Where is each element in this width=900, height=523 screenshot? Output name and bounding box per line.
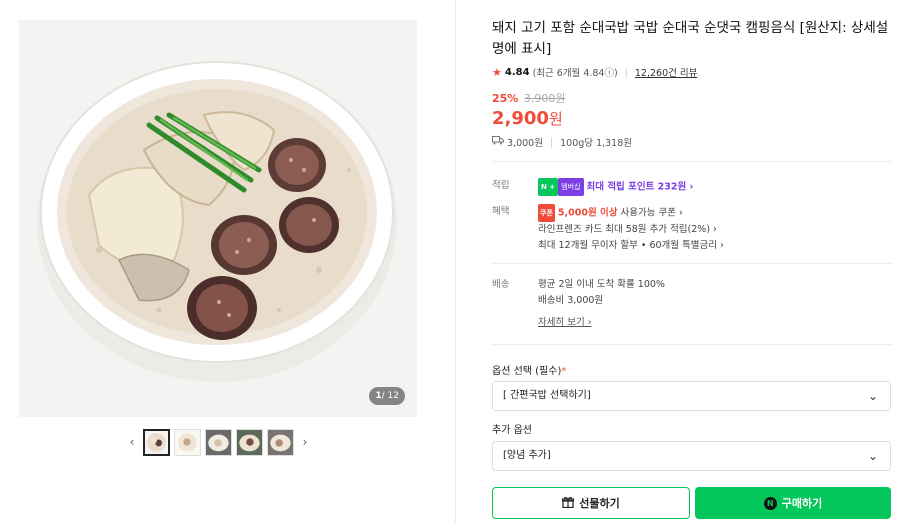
points-label: 적립 xyxy=(492,180,510,191)
rating-row: ★ 4.84 (최근 6개월 4.84ⓘ) | 12,260건 리뷰 xyxy=(492,65,892,80)
soup-bowl-illustration xyxy=(19,20,417,417)
product-page: 1/ 12 ‹ › 돼지 고기 포함 순대국밥 국밥 순대국 순댓국 캠핑음식 … xyxy=(0,0,900,523)
points-text: 최대 적립 포인트 232원 › xyxy=(586,181,694,193)
thumbnail-1-image xyxy=(145,430,168,454)
divider-top xyxy=(492,161,892,162)
thumbnail-4-image xyxy=(237,429,262,455)
delivery-row: 배송 평균 2일 이내 도착 확률 100% 배송비 3,000원 자세히 보기… xyxy=(492,277,892,331)
coupon-line[interactable]: 쿠폰 5,000원 이상 사용가능 쿠폰 › xyxy=(538,204,892,222)
original-price: 3,900원 xyxy=(523,92,566,105)
naver-plus-badge: N + xyxy=(538,178,559,196)
thumbnail-2-image xyxy=(175,429,200,455)
benefits-section: 적립 N + 멤버십 최대 적립 포인트 232원 › 혜택 쿠폰 5,000원 … xyxy=(492,178,892,254)
thumbnail-prev-arrow[interactable]: ‹ xyxy=(125,428,139,456)
gift-button[interactable]: 선물하기 xyxy=(492,487,690,519)
thumbnail-5-image xyxy=(268,429,293,455)
sale-price-row: 2,900원 xyxy=(492,108,892,129)
product-info: 돼지 고기 포함 순대국밥 국밥 순대국 순댓국 캠핑음식 [원산지: 상세설명… xyxy=(492,18,892,149)
image-counter: 1/ 12 xyxy=(369,387,405,405)
rating-score: 4.84 xyxy=(504,66,530,78)
discount-row: 25% 3,900원 xyxy=(492,90,892,106)
extra-option-select[interactable]: [양념 추가] ⌄ xyxy=(492,441,891,471)
divider-bottom xyxy=(492,344,892,345)
required-option-value: [ 간편국밥 선택하기] xyxy=(503,390,591,401)
extra-option-label: 추가 옵션 xyxy=(492,425,532,436)
thumbnail-2[interactable] xyxy=(174,428,201,456)
points-row: 적립 N + 멤버십 최대 적립 포인트 232원 › xyxy=(492,178,892,196)
installment-line[interactable]: 최대 12개월 무이자 할부 • 60개월 특별금리 › xyxy=(538,238,892,254)
review-count-link[interactable]: 12,260건 리뷰 xyxy=(635,65,697,79)
extra-option-value: [양념 추가] xyxy=(503,450,551,461)
chevron-down-icon: ⌄ xyxy=(867,449,878,463)
thumbnail-4[interactable] xyxy=(236,428,263,456)
delivery-label: 배송 xyxy=(492,279,510,290)
thumbnail-5[interactable] xyxy=(267,428,294,456)
image-counter-total: / 12 xyxy=(381,391,399,401)
gift-button-label: 선물하기 xyxy=(579,497,620,510)
thumbnail-3[interactable] xyxy=(205,428,232,456)
delivery-section: 배송 평균 2일 이내 도착 확률 100% 배송비 3,000원 자세히 보기… xyxy=(492,277,892,331)
thumbnail-next-arrow[interactable]: › xyxy=(298,428,312,456)
product-main-image[interactable]: 1/ 12 xyxy=(19,20,417,417)
membership-badge: 멤버십 xyxy=(558,178,584,196)
chevron-down-icon: ⌄ xyxy=(867,389,878,403)
buy-button[interactable]: N 구매하기 xyxy=(695,487,891,519)
required-option-text: 옵션 선택 (필수) xyxy=(492,366,562,377)
shipping-unit-row: 3,000원 | 100g당 1,318원 xyxy=(492,135,892,149)
thumbnail-1[interactable] xyxy=(143,428,170,456)
gift-icon xyxy=(562,496,575,511)
rating-recent[interactable]: (최근 6개월 4.84ⓘ) xyxy=(533,65,618,79)
benefit-label: 혜택 xyxy=(492,206,510,217)
thumbnail-3-image xyxy=(206,429,231,455)
points-content[interactable]: N + 멤버십 최대 적립 포인트 232원 › xyxy=(538,178,892,196)
arrival-text: 평균 2일 이내 도착 확률 100% xyxy=(538,279,665,290)
truck-icon xyxy=(492,136,504,148)
required-mark: * xyxy=(561,366,567,377)
discount-rate: 25% xyxy=(492,92,519,105)
unit-separator: | xyxy=(549,136,554,148)
unit-price: 100g당 1,318원 xyxy=(560,138,632,149)
sale-price-unit: 원 xyxy=(548,110,563,128)
card-benefit-line[interactable]: 라인프렌즈 카드 최대 58원 추가 적립(2%) › xyxy=(538,222,892,238)
delivery-detail-link[interactable]: 자세히 보기 › xyxy=(538,317,592,328)
column-divider xyxy=(455,0,456,523)
star-icon: ★ xyxy=(492,65,502,79)
product-title: 돼지 고기 포함 순대국밥 국밥 순대국 순댓국 캠핑음식 [원산지: 상세설명… xyxy=(492,20,889,57)
benefit-row: 혜택 쿠폰 5,000원 이상 사용가능 쿠폰 › 라인프렌즈 카드 최대 58… xyxy=(492,204,892,254)
required-option-label: 옵션 선택 (필수)* xyxy=(492,362,566,377)
buy-button-label: 구매하기 xyxy=(781,497,823,510)
sale-price: 2,900 xyxy=(492,108,549,129)
divider-middle xyxy=(492,263,892,264)
thumbnail-strip: ‹ › xyxy=(125,428,312,456)
coupon-condition: 5,000원 이상 xyxy=(557,207,618,219)
coupon-text: 사용가능 쿠폰 › xyxy=(617,207,683,219)
naver-pay-icon: N xyxy=(763,496,777,510)
coupon-badge: 쿠폰 xyxy=(538,204,555,222)
delivery-fee-text: 배송비 3,000원 xyxy=(538,295,604,306)
rating-separator: | xyxy=(624,66,628,78)
shipping-fee-short: 3,000원 xyxy=(507,138,543,149)
required-option-select[interactable]: [ 간편국밥 선택하기] ⌄ xyxy=(492,381,891,411)
